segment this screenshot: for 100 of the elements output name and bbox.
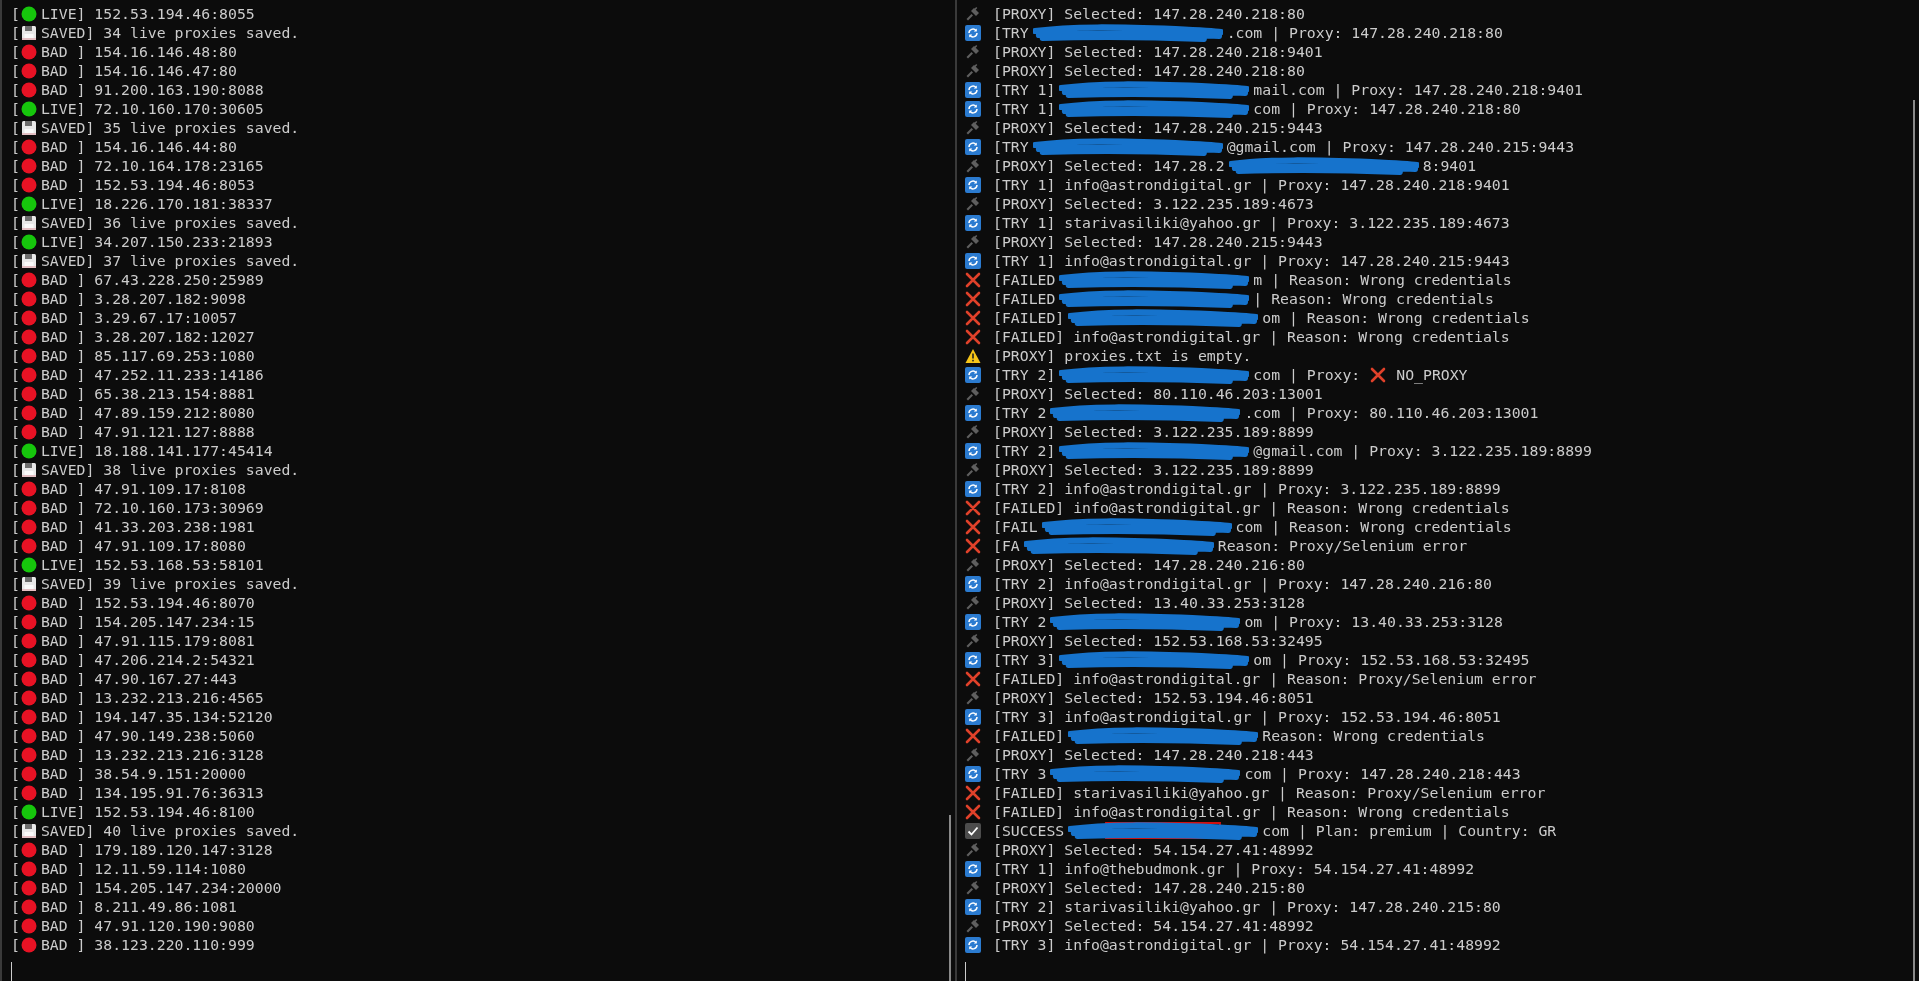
bracket: [: [11, 5, 20, 22]
status-dot-icon: [20, 385, 37, 402]
log-text: BAD ] 72.10.160.173:30969: [40, 499, 264, 516]
log-text: BAD ] 47.91.120.190:9080: [40, 917, 255, 934]
log-text: [PROXY] Selected: 147.28.240.216:80: [993, 556, 1305, 573]
log-text: [FAIL: [993, 518, 1038, 535]
status-dot-icon: [20, 290, 37, 307]
log-text: BAD ] 13.232.213.216:4565: [40, 689, 264, 706]
status-dot-icon: [20, 594, 37, 611]
refresh-icon: [965, 252, 981, 269]
log-text: BAD ] 47.90.149.238:5060: [40, 727, 255, 744]
status-dot-icon: [20, 556, 37, 573]
refresh-icon: [965, 214, 981, 231]
plug-icon: [965, 841, 981, 858]
log-text: m | Reason: Wrong credentials: [1253, 271, 1512, 288]
log-text: [TRY 2]: [993, 442, 1056, 459]
log-text: BAD ] 3.28.207.182:9098: [40, 290, 246, 307]
status-dot-icon: [20, 936, 37, 953]
log-text: @gmail.com | Proxy: 147.28.240.215:9443: [1226, 138, 1575, 155]
log-text: com | Reason: Wrong credentials: [1235, 518, 1512, 535]
bracket: [: [11, 328, 20, 345]
refresh-icon: [965, 404, 981, 421]
bracket: [: [11, 822, 20, 839]
log-text: SAVED] 36 live proxies saved.: [40, 214, 300, 231]
log-text: [PROXY] Selected: 147.28.240.215:9443: [993, 233, 1323, 250]
plug-icon: [965, 423, 981, 440]
status-dot-icon: [20, 784, 37, 801]
bracket: [: [11, 271, 20, 288]
refresh-icon: [965, 24, 981, 41]
status-dot-icon: [20, 632, 37, 649]
log-text: [FAILED] info@astrondigital.gr | Reason: Wrong credentials: [993, 328, 1510, 345]
cross-icon: [965, 499, 981, 516]
bracket: [: [11, 176, 20, 193]
bracket: [: [11, 518, 20, 535]
bracket: [: [11, 841, 20, 858]
refresh-icon: [965, 442, 981, 459]
refresh-icon: [965, 936, 981, 953]
log-text: BAD ] 8.211.49.86:1081: [40, 898, 237, 915]
log-text: 8:9401: [1422, 157, 1477, 174]
log-text: [TRY 2] info@astrondigital.gr | Proxy: 3.122.235.189:8899: [993, 480, 1501, 497]
log-text: | Reason: Wrong credentials: [1253, 290, 1494, 307]
log-text: [TRY 2] info@astrondigital.gr | Proxy: 147.28.240.216:80: [993, 575, 1492, 592]
status-dot-icon: [20, 442, 37, 459]
status-dot-icon: [20, 309, 37, 326]
log-text: [TRY 1] info@thebudmonk.gr | Proxy: 54.154.27.41:48992: [993, 860, 1475, 877]
log-text: [PROXY] Selected: 13.40.33.253:3128: [993, 594, 1305, 611]
log-text: BAD ] 154.16.146.48:80: [40, 43, 237, 60]
status-dot-icon: [20, 879, 37, 896]
plug-icon: [965, 5, 981, 22]
log-text: [SUCCESS: [993, 822, 1065, 839]
bracket: [: [11, 24, 20, 41]
bracket: [: [11, 632, 20, 649]
status-dot-icon: [20, 5, 37, 22]
log-text: [FAILED]: [993, 727, 1065, 744]
status-dot-icon: [20, 613, 37, 630]
log-text: BAD ] 154.16.146.47:80: [40, 62, 237, 79]
plug-icon: [965, 689, 981, 706]
log-text: BAD ] 38.54.9.151:20000: [40, 765, 246, 782]
status-dot-icon: [20, 233, 37, 250]
bracket: [: [11, 784, 20, 801]
log-text: [PROXY] Selected: 147.28.240.218:80: [993, 62, 1305, 79]
warning-icon: [965, 347, 981, 364]
log-text: BAD ] 65.38.213.154:8881: [40, 385, 255, 402]
text-cursor: [11, 962, 12, 981]
bracket: [: [11, 917, 20, 934]
log-text: BAD ] 13.232.213.216:3128: [40, 746, 264, 763]
log-text: @gmail.com | Proxy: 3.122.235.189:8899: [1253, 442, 1592, 459]
log-text: BAD ] 41.33.203.238:1981: [40, 518, 255, 535]
log-text: BAD ] 47.206.214.2:54321: [40, 651, 255, 668]
plug-icon: [965, 43, 981, 60]
bracket: [: [11, 233, 20, 250]
scrollbar[interactable]: [949, 815, 951, 981]
log-text: [TRY 1] info@astrondigital.gr | Proxy: 147.28.240.218:9401: [993, 176, 1510, 193]
scrollbar[interactable]: [1913, 100, 1915, 981]
log-text: [TRY 1] starivasiliki@yahoo.gr | Proxy: 3.122.235.189:4673: [993, 214, 1510, 231]
status-dot-icon: [20, 138, 37, 155]
status-dot-icon: [20, 746, 37, 763]
bracket: [: [11, 936, 20, 953]
log-text: [FAILED]: [993, 309, 1065, 326]
log-text: [TRY 2: [993, 613, 1047, 630]
log-text: om | Proxy: 13.40.33.253:3128: [1244, 613, 1503, 630]
plug-icon: [965, 195, 981, 212]
status-dot-icon: [20, 62, 37, 79]
bracket: [: [11, 803, 20, 820]
refresh-icon: [965, 366, 981, 383]
plug-icon: [965, 62, 981, 79]
bracket: [: [11, 195, 20, 212]
status-dot-icon: [20, 423, 37, 440]
log-text: [TRY 1] info@astrondigital.gr | Proxy: 147.28.240.215:9443: [993, 252, 1510, 269]
log-text: SAVED] 39 live proxies saved.: [40, 575, 300, 592]
refresh-icon: [965, 651, 981, 668]
log-text: BAD ] 12.11.59.114:1080: [40, 860, 246, 877]
bracket: [: [11, 499, 20, 516]
log-text: LIVE] 152.53.194.46:8100: [40, 803, 255, 820]
log-text: LIVE] 18.226.170.181:38337: [40, 195, 273, 212]
status-dot-icon: [20, 727, 37, 744]
log-text: BAD ] 47.89.159.212:8080: [40, 404, 255, 421]
cross-icon: [1370, 366, 1387, 383]
refresh-icon: [965, 708, 981, 725]
log-text: BAD ] 67.43.228.250:25989: [40, 271, 264, 288]
